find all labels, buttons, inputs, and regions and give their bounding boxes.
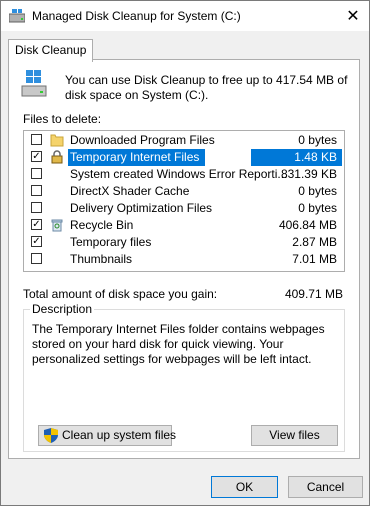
- file-name: Temporary Internet Files: [68, 149, 206, 166]
- disk-drive-icon: [21, 70, 47, 97]
- file-checkbox[interactable]: ✓: [31, 151, 42, 162]
- file-name: DirectX Shader Cache: [70, 184, 190, 198]
- cancel-button[interactable]: Cancel: [288, 476, 363, 498]
- file-row[interactable]: ✓ Temporary files 2.87 MB: [25, 234, 343, 251]
- file-size: 0 bytes: [298, 184, 337, 198]
- blank-file-icon: [50, 252, 64, 266]
- file-name: Temporary files: [70, 235, 152, 249]
- tab-panel: You can use Disk Cleanup to free up to 4…: [8, 59, 360, 459]
- file-row[interactable]: ✓ Temporary Internet Files 1.48 KB: [25, 149, 343, 166]
- total-space-label: Total amount of disk space you gain:: [23, 287, 218, 301]
- file-checkbox[interactable]: ✓: [31, 219, 42, 230]
- intro-text: You can use Disk Cleanup to free up to 4…: [65, 73, 348, 102]
- blank-file-icon: [50, 184, 64, 198]
- description-title: Description: [30, 302, 95, 316]
- file-size: 2.87 MB: [292, 235, 337, 249]
- file-size: 0 bytes: [298, 133, 337, 147]
- window-title: Managed Disk Cleanup for System (C:): [32, 9, 241, 23]
- blank-file-icon: [50, 167, 64, 181]
- file-size: 406.84 MB: [278, 218, 337, 232]
- file-size: 7.01 MB: [292, 252, 337, 266]
- file-row[interactable]: System created Windows Error Reporti... 8…: [25, 166, 343, 183]
- file-name: Downloaded Program Files: [70, 133, 215, 147]
- file-size: 1.48 KB: [251, 149, 342, 166]
- total-space-value: 409.71 MB: [284, 287, 343, 301]
- file-row[interactable]: Delivery Optimization Files 0 bytes: [25, 200, 343, 217]
- view-files-button[interactable]: View files: [251, 425, 338, 446]
- file-row[interactable]: Downloaded Program Files 0 bytes: [25, 132, 343, 149]
- title-bar: Managed Disk Cleanup for System (C:) ✕: [1, 1, 369, 31]
- file-checkbox[interactable]: [31, 168, 42, 179]
- uac-shield-icon: [44, 428, 58, 443]
- file-checkbox[interactable]: [31, 202, 42, 213]
- file-name: System created Windows Error Reporti...: [70, 167, 288, 181]
- description-text: The Temporary Internet Files folder cont…: [32, 322, 325, 366]
- recycle-bin-icon: [50, 218, 64, 232]
- file-row[interactable]: Thumbnails 7.01 MB: [25, 251, 343, 268]
- folder-icon: [50, 133, 64, 147]
- file-checkbox[interactable]: [31, 253, 42, 264]
- disk-cleanup-window: Managed Disk Cleanup for System (C:) ✕ D…: [0, 0, 370, 506]
- drive-app-icon: [9, 9, 25, 23]
- clean-up-system-files-button[interactable]: Clean up system files: [38, 425, 176, 446]
- file-name: Recycle Bin: [70, 218, 134, 232]
- file-checkbox[interactable]: ✓: [31, 236, 42, 247]
- files-list[interactable]: Downloaded Program Files 0 bytes ✓ Temporar…: [23, 130, 345, 272]
- tab-strip: Disk Cleanup: [1, 31, 369, 62]
- file-row[interactable]: ✓ Recycle Bin 406.84 MB: [25, 217, 343, 234]
- file-name: Delivery Optimization Files: [70, 201, 213, 215]
- file-checkbox[interactable]: [31, 185, 42, 196]
- file-row[interactable]: DirectX Shader Cache 0 bytes: [25, 183, 343, 200]
- description-group: Description The Temporary Internet Files…: [23, 302, 345, 452]
- close-button[interactable]: ✕: [337, 1, 369, 31]
- close-icon: ✕: [346, 8, 360, 25]
- file-size: 0 bytes: [298, 201, 337, 215]
- blank-file-icon: [50, 235, 64, 249]
- clean-up-system-files-label: Clean up system files: [62, 428, 177, 442]
- lock-icon: [50, 150, 64, 164]
- ok-button[interactable]: OK: [211, 476, 278, 498]
- file-name: Thumbnails: [70, 252, 133, 266]
- file-size: 831.39 KB: [280, 167, 337, 181]
- blank-file-icon: [50, 201, 64, 215]
- files-to-delete-label: Files to delete:: [23, 112, 102, 126]
- tab-disk-cleanup[interactable]: Disk Cleanup: [8, 39, 94, 62]
- file-checkbox[interactable]: [31, 134, 42, 145]
